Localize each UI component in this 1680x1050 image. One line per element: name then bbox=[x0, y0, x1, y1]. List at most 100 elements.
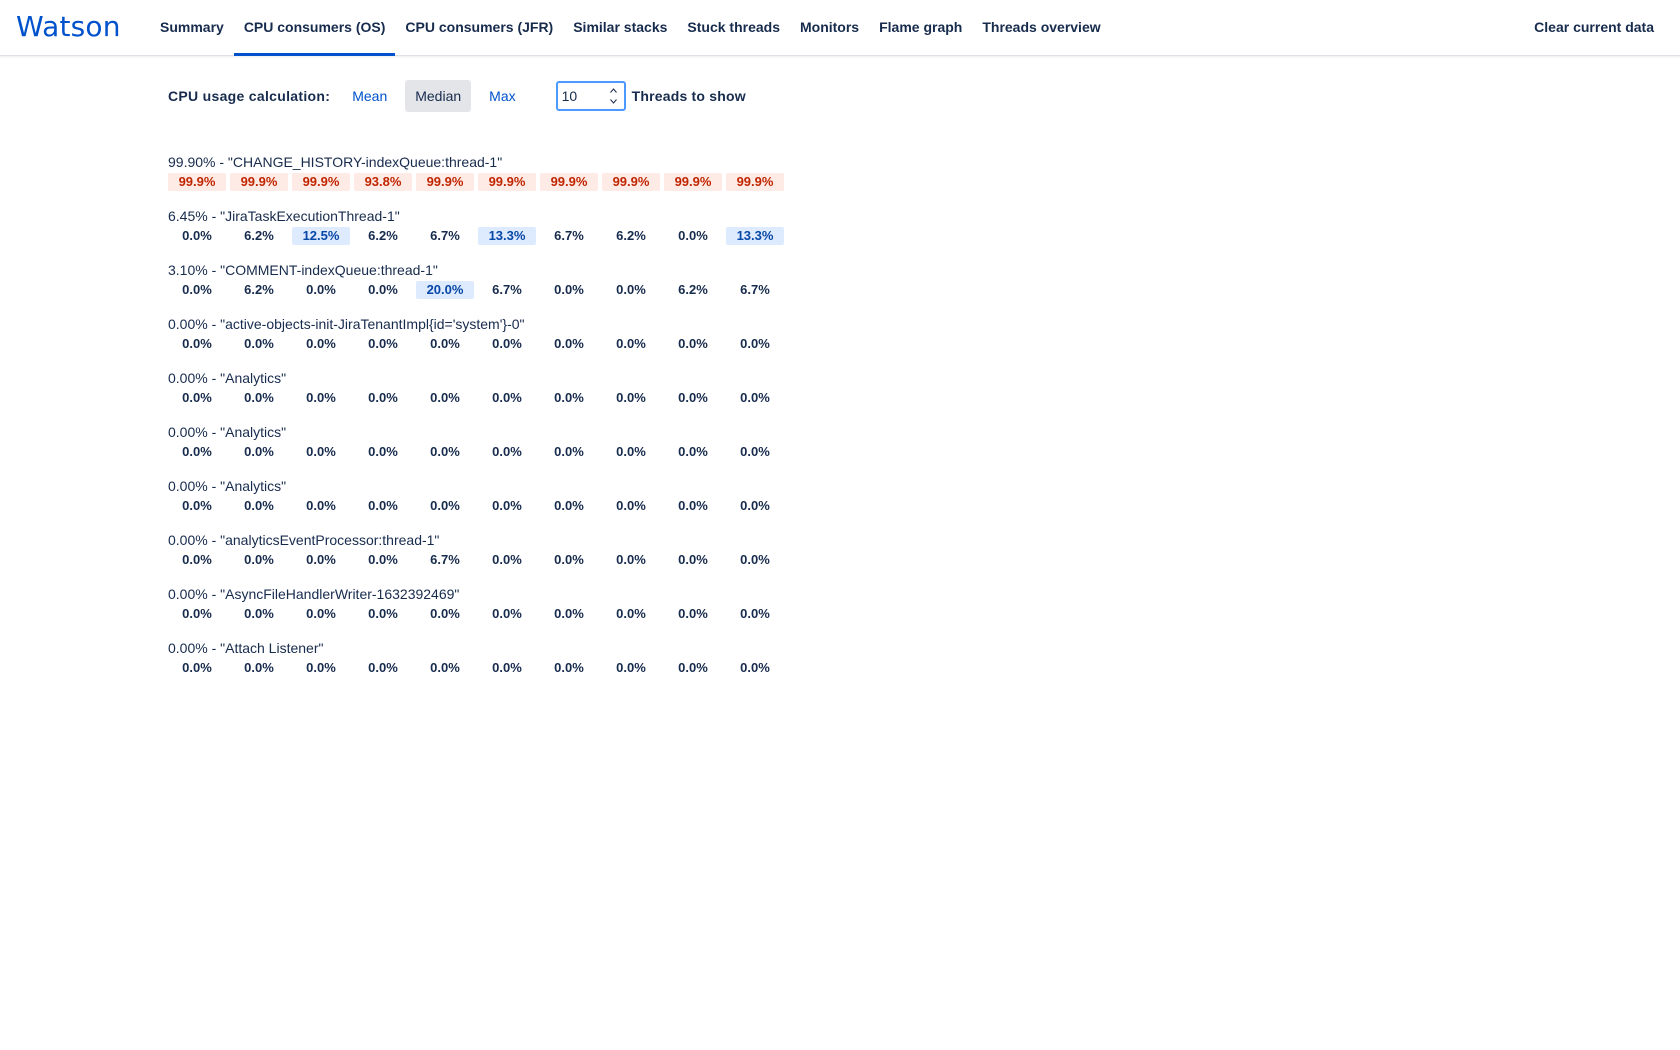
nav-tab-stuck-threads[interactable]: Stuck threads bbox=[677, 0, 790, 56]
thread-title: 0.00% - "AsyncFileHandlerWriter-16323924… bbox=[168, 586, 460, 602]
thread-cpu-samples: 0.0% 0.0% 0.0% 0.0% 6.7% 0.0% 0.0% 0.0% 0.0% 0.0% bbox=[168, 551, 808, 570]
cpu-sample-value: 6.7% bbox=[554, 228, 584, 243]
cpu-sample-value: 93.8% bbox=[354, 173, 412, 191]
cpu-sample-value: 6.7% bbox=[430, 228, 460, 243]
cpu-sample-value: 99.9% bbox=[540, 173, 598, 191]
mode-max-button[interactable]: Max bbox=[479, 80, 525, 112]
cpu-sample-value: 0.0% bbox=[244, 390, 274, 405]
cpu-sample-value: 0.0% bbox=[492, 660, 522, 675]
cpu-sample-value: 0.0% bbox=[492, 336, 522, 351]
cpu-sample-value: 0.0% bbox=[306, 444, 336, 459]
cpu-sample-value: 0.0% bbox=[616, 660, 646, 675]
cpu-sample-value: 0.0% bbox=[368, 660, 398, 675]
thread-item: 3.10% - "COMMENT-indexQueue:thread-1" 0.… bbox=[168, 260, 808, 314]
thread-title: 6.45% - "JiraTaskExecutionThread-1" bbox=[168, 208, 400, 224]
clear-current-data-button[interactable]: Clear current data bbox=[1534, 0, 1654, 56]
thread-cpu-samples: 0.0% 0.0% 0.0% 0.0% 0.0% 0.0% 0.0% 0.0% 0.0% 0.0% bbox=[168, 335, 808, 354]
cpu-sample-value: 13.3% bbox=[726, 227, 784, 245]
cpu-sample-value: 0.0% bbox=[430, 336, 460, 351]
threads-count-input[interactable] bbox=[557, 84, 602, 108]
thread-cpu-samples: 0.0% 6.2% 12.5% 6.2% 6.7% 13.3% 6.7% 6.2% 0.0% 13… bbox=[168, 227, 808, 246]
cpu-sample-value: 20.0% bbox=[416, 281, 474, 299]
cpu-sample-value: 0.0% bbox=[616, 606, 646, 621]
thread-title: 0.00% - "Analytics" bbox=[168, 478, 287, 494]
cpu-sample-value: 0.0% bbox=[430, 444, 460, 459]
cpu-sample-value: 0.0% bbox=[182, 498, 212, 513]
cpu-calculation-label: CPU usage calculation: bbox=[168, 88, 331, 104]
nav-tab-monitors[interactable]: Monitors bbox=[790, 0, 869, 56]
nav-tab-summary[interactable]: Summary bbox=[150, 0, 234, 56]
cpu-sample-value: 0.0% bbox=[616, 444, 646, 459]
nav-tab-flame-graph[interactable]: Flame graph bbox=[869, 0, 972, 56]
thread-cpu-samples: 0.0% 0.0% 0.0% 0.0% 0.0% 0.0% 0.0% 0.0% 0.0% 0.0% bbox=[168, 389, 808, 408]
threads-to-show-label: Threads to show bbox=[631, 88, 746, 104]
main-nav: Summary CPU consumers (OS) CPU consumers… bbox=[150, 0, 1111, 56]
thread-list: 99.90% - "CHANGE_HISTORY-indexQueue:thre… bbox=[168, 152, 808, 692]
cpu-sample-value: 0.0% bbox=[740, 390, 770, 405]
cpu-sample-value: 6.7% bbox=[430, 552, 460, 567]
cpu-sample-value: 0.0% bbox=[616, 498, 646, 513]
thread-item: 99.90% - "CHANGE_HISTORY-indexQueue:thre… bbox=[168, 152, 808, 206]
cpu-sample-value: 99.9% bbox=[726, 173, 784, 191]
mode-mean-button[interactable]: Mean bbox=[342, 80, 397, 112]
cpu-sample-value: 0.0% bbox=[492, 498, 522, 513]
cpu-sample-value: 0.0% bbox=[430, 498, 460, 513]
nav-tab-cpu-consumers-jfr[interactable]: CPU consumers (JFR) bbox=[395, 0, 563, 56]
cpu-sample-value: 0.0% bbox=[678, 228, 708, 243]
cpu-sample-value: 0.0% bbox=[554, 390, 584, 405]
cpu-sample-value: 0.0% bbox=[368, 390, 398, 405]
cpu-sample-value: 0.0% bbox=[368, 498, 398, 513]
thread-cpu-samples: 0.0% 0.0% 0.0% 0.0% 0.0% 0.0% 0.0% 0.0% 0.0% 0.0% bbox=[168, 443, 808, 462]
decrement-arrow-icon[interactable] bbox=[608, 97, 620, 106]
mode-median-button[interactable]: Median bbox=[405, 80, 472, 112]
cpu-sample-value: 0.0% bbox=[182, 228, 212, 243]
top-navigation-bar: Watson Summary CPU consumers (OS) CPU co… bbox=[0, 0, 1680, 56]
cpu-sample-value: 0.0% bbox=[368, 282, 398, 297]
cpu-sample-value: 6.2% bbox=[616, 228, 646, 243]
cpu-sample-value: 0.0% bbox=[368, 552, 398, 567]
stepper-controls bbox=[608, 86, 620, 106]
cpu-sample-value: 0.0% bbox=[678, 606, 708, 621]
thread-cpu-samples: 99.9% 99.9% 99.9% 93.8% 99.9% 99.9% 99.9% 99.9%… bbox=[168, 173, 808, 192]
nav-tab-threads-overview[interactable]: Threads overview bbox=[972, 0, 1110, 56]
cpu-sample-value: 0.0% bbox=[678, 660, 708, 675]
cpu-sample-value: 0.0% bbox=[306, 606, 336, 621]
cpu-sample-value: 0.0% bbox=[182, 282, 212, 297]
thread-title: 0.00% - "Attach Listener" bbox=[168, 640, 324, 656]
cpu-sample-value: 0.0% bbox=[678, 498, 708, 513]
thread-title: 3.10% - "COMMENT-indexQueue:thread-1" bbox=[168, 262, 438, 278]
cpu-sample-value: 0.0% bbox=[182, 660, 212, 675]
thread-cpu-samples: 0.0% 0.0% 0.0% 0.0% 0.0% 0.0% 0.0% 0.0% 0.0% 0.0% bbox=[168, 497, 808, 516]
cpu-sample-value: 0.0% bbox=[182, 606, 212, 621]
cpu-sample-value: 6.2% bbox=[244, 228, 274, 243]
cpu-sample-value: 0.0% bbox=[740, 660, 770, 675]
cpu-sample-value: 0.0% bbox=[430, 606, 460, 621]
cpu-sample-value: 0.0% bbox=[678, 336, 708, 351]
nav-tab-similar-stacks[interactable]: Similar stacks bbox=[563, 0, 677, 56]
app-logo[interactable]: Watson bbox=[16, 10, 121, 44]
cpu-sample-value: 0.0% bbox=[182, 336, 212, 351]
cpu-sample-value: 0.0% bbox=[554, 606, 584, 621]
thread-title: 0.00% - "active-objects-init-JiraTenantI… bbox=[168, 316, 525, 332]
cpu-sample-value: 0.0% bbox=[616, 282, 646, 297]
cpu-sample-value: 0.0% bbox=[368, 444, 398, 459]
cpu-sample-value: 0.0% bbox=[616, 390, 646, 405]
cpu-sample-value: 6.7% bbox=[740, 282, 770, 297]
thread-item: 0.00% - "active-objects-init-JiraTenantI… bbox=[168, 314, 808, 368]
increment-arrow-icon[interactable] bbox=[608, 86, 620, 95]
nav-tab-cpu-consumers-os[interactable]: CPU consumers (OS) bbox=[233, 0, 396, 56]
cpu-sample-value: 0.0% bbox=[306, 552, 336, 567]
thread-item: 0.00% - "AsyncFileHandlerWriter-16323924… bbox=[168, 584, 808, 638]
thread-item: 0.00% - "Attach Listener" 0.0% 0.0% 0.0% 0.… bbox=[168, 638, 808, 692]
cpu-sample-value: 99.9% bbox=[664, 173, 722, 191]
cpu-sample-value: 0.0% bbox=[678, 390, 708, 405]
cpu-sample-value: 99.9% bbox=[230, 173, 288, 191]
cpu-sample-value: 99.9% bbox=[168, 173, 226, 191]
cpu-sample-value: 0.0% bbox=[182, 390, 212, 405]
thread-item: 0.00% - "Analytics" 0.0% 0.0% 0.0% 0.0% 0.0%… bbox=[168, 476, 808, 530]
cpu-sample-value: 0.0% bbox=[244, 498, 274, 513]
cpu-sample-value: 6.7% bbox=[492, 282, 522, 297]
cpu-sample-value: 0.0% bbox=[492, 606, 522, 621]
cpu-sample-value: 0.0% bbox=[554, 660, 584, 675]
cpu-sample-value: 0.0% bbox=[616, 552, 646, 567]
